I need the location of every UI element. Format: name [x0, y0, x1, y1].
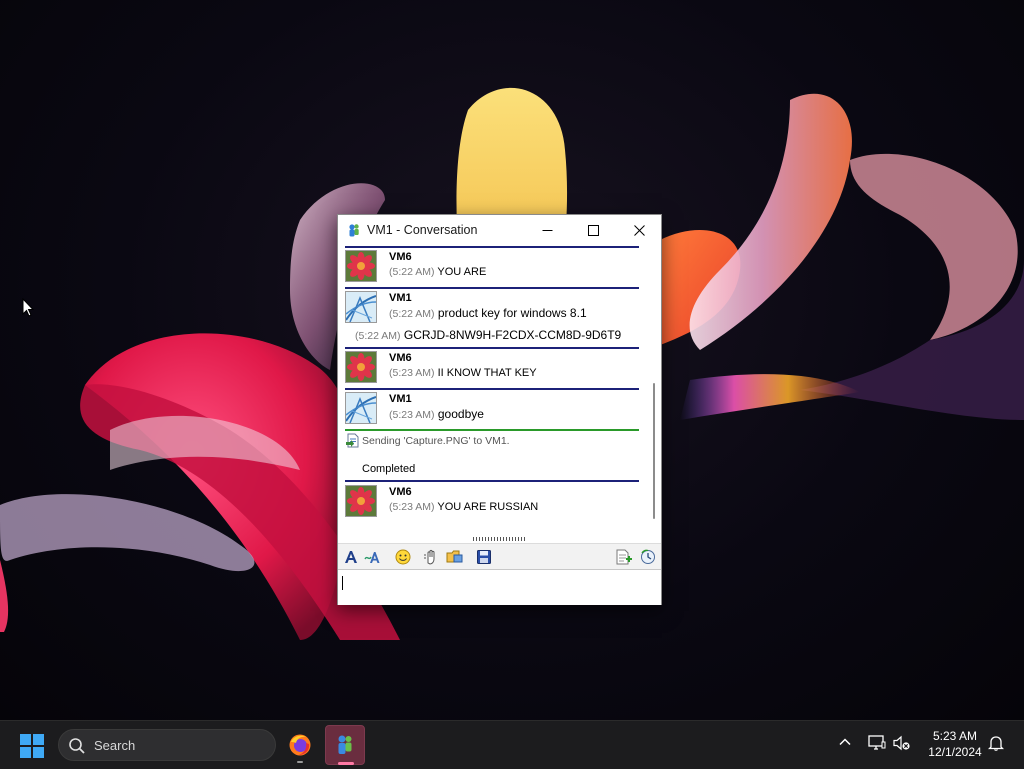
start-button[interactable]	[20, 734, 44, 763]
nudge-icon	[424, 549, 435, 565]
scrollbar-thumb[interactable]	[653, 383, 655, 519]
network-button[interactable]	[868, 735, 886, 756]
message-separator	[345, 388, 639, 390]
taskbar-app-messenger[interactable]	[325, 725, 365, 765]
speaker-muted-icon	[893, 735, 910, 751]
window-title: VM1 - Conversation	[367, 223, 478, 237]
file-transfer-status: Completed	[362, 463, 416, 475]
message-time: (5:22 AM)	[389, 308, 435, 320]
font-button[interactable]	[342, 548, 360, 566]
clock-time: 5:23 AM	[932, 729, 978, 743]
close-icon	[633, 224, 645, 236]
avatar	[345, 485, 377, 517]
save-icon	[477, 550, 491, 564]
history-scrollbar[interactable]	[648, 245, 661, 535]
message-sender: VM6	[389, 486, 412, 498]
close-button[interactable]	[616, 215, 662, 245]
avatar	[345, 291, 377, 323]
bell-icon	[987, 736, 1005, 751]
volume-button[interactable]	[893, 735, 911, 756]
message-sender: VM6	[389, 251, 412, 263]
network-icon	[868, 735, 886, 750]
text-style-button[interactable]	[364, 548, 382, 566]
search-icon	[69, 738, 85, 754]
chevron-up-icon	[839, 738, 851, 746]
history-icon	[641, 549, 655, 564]
message-separator	[345, 480, 639, 482]
file-transfer-text: Sending 'Capture.PNG' to VM1.	[362, 434, 510, 447]
message-time: (5:23 AM)	[389, 367, 435, 379]
show-hidden-icons-button[interactable]	[838, 735, 852, 754]
message-sender: VM6	[389, 352, 412, 364]
system-clock[interactable]: 5:23 AM 12/1/2024	[918, 728, 992, 760]
title-bar[interactable]: VM1 - Conversation	[338, 215, 661, 245]
file-transfer-icon	[346, 433, 359, 448]
history-button[interactable]	[639, 548, 657, 566]
message-text: product key for windows 8.1	[437, 306, 587, 320]
message-text: GCRJD-8NW9H-F2CDX-CCM8D-9D6T9	[403, 328, 622, 342]
message-time: (5:23 AM)	[389, 409, 435, 421]
message-line: (5:22 AM) GCRJD-8NW9H-F2CDX-CCM8D-9D6T9	[355, 328, 621, 342]
conversation-history[interactable]: VM6 (5:22 AM) YOU ARE VM1 (5:22 AM) prod…	[338, 245, 661, 535]
minimize-button[interactable]	[524, 215, 570, 245]
message-separator	[345, 287, 639, 289]
message-sender: VM1	[389, 292, 412, 304]
taskbar: Search 5:23 AM 12/1/2024	[0, 720, 1024, 769]
taskbar-app-firefox[interactable]	[280, 725, 320, 765]
message-input[interactable]	[338, 569, 661, 605]
active-indicator	[338, 762, 354, 765]
message-text: YOU ARE RUSSIAN	[437, 501, 539, 513]
message-separator	[345, 246, 639, 248]
message-line: (5:22 AM) YOU ARE	[389, 266, 486, 278]
avatar	[345, 392, 377, 424]
message-separator	[345, 347, 639, 349]
resize-grip[interactable]	[473, 537, 527, 541]
taskbar-search[interactable]: Search	[58, 729, 276, 761]
text-caret	[342, 576, 343, 590]
file-transfer-row: Sending 'Capture.PNG' to VM1.	[346, 433, 510, 448]
messenger-icon	[338, 735, 352, 754]
smiley-icon	[395, 549, 411, 565]
message-time: (5:22 AM)	[355, 330, 401, 342]
send-file-button[interactable]	[446, 548, 464, 566]
windows-logo-icon	[20, 734, 44, 758]
firefox-icon	[289, 734, 311, 756]
message-text: YOU ARE	[437, 266, 487, 278]
message-line: (5:23 AM) II KNOW THAT KEY	[389, 367, 537, 379]
mouse-cursor	[22, 297, 35, 322]
conversation-window[interactable]: VM1 - Conversation VM6 (5:22 AM) YOU ARE…	[337, 214, 662, 605]
font-icon	[345, 551, 357, 563]
maximize-icon	[587, 224, 599, 236]
send-file-icon	[446, 550, 463, 563]
messenger-icon	[347, 223, 361, 242]
transfer-separator	[345, 429, 639, 431]
message-sender: VM1	[389, 393, 412, 405]
block-icon	[616, 549, 632, 565]
block-button[interactable]	[615, 548, 633, 566]
message-time: (5:22 AM)	[389, 266, 435, 278]
message-line: (5:23 AM) YOU ARE RUSSIAN	[389, 501, 538, 513]
nudge-button[interactable]	[422, 548, 440, 566]
emoticon-button[interactable]	[394, 548, 412, 566]
avatar	[345, 250, 377, 282]
running-indicator	[297, 761, 303, 763]
compose-toolbar	[338, 543, 661, 570]
clock-date: 12/1/2024	[928, 745, 982, 759]
notifications-button[interactable]	[987, 735, 1005, 756]
search-placeholder: Search	[94, 738, 136, 753]
message-line: (5:23 AM) goodbye	[389, 407, 484, 421]
save-button[interactable]	[475, 548, 493, 566]
minimize-icon	[542, 229, 552, 231]
message-text: goodbye	[437, 407, 484, 421]
message-line: (5:22 AM) product key for windows 8.1	[389, 306, 587, 320]
message-time: (5:23 AM)	[389, 501, 435, 513]
avatar	[345, 351, 377, 383]
message-text: II KNOW THAT KEY	[437, 367, 537, 379]
text-style-icon	[364, 552, 380, 563]
maximize-button[interactable]	[570, 215, 616, 245]
